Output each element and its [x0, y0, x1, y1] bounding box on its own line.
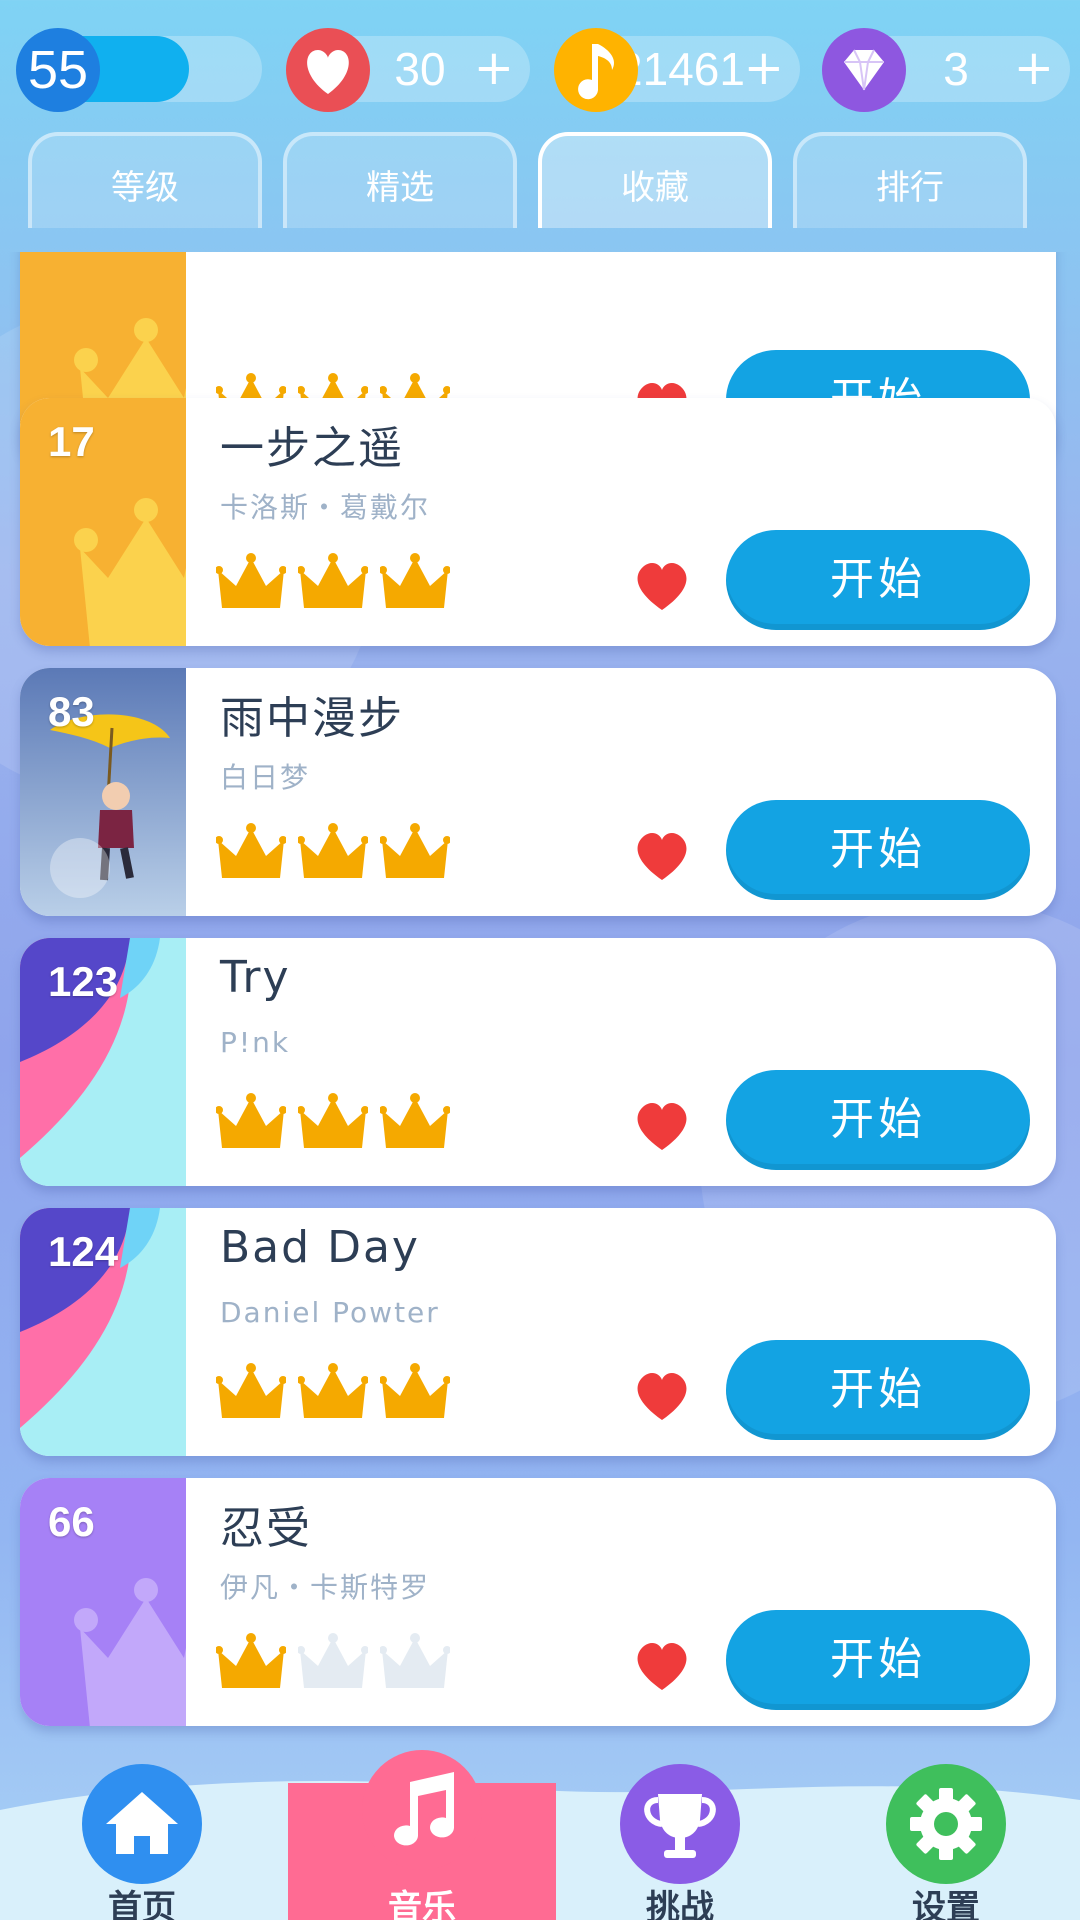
song-number: 83: [48, 688, 95, 735]
add-lives-button[interactable]: +: [474, 36, 514, 102]
song-thumbnail: 17: [20, 398, 186, 646]
tab-level[interactable]: 等级: [28, 132, 262, 228]
crown-icon-filled: [298, 1093, 368, 1148]
song-artist: 伊凡・卡斯特罗: [220, 1571, 431, 1604]
song-card[interactable]: 83 雨中漫步 白日梦 开始: [20, 668, 1056, 916]
crown-icon-filled: [380, 553, 450, 608]
song-artist: P!nk: [220, 1026, 291, 1059]
start-button[interactable]: 开始: [726, 800, 1030, 900]
song-card[interactable]: 124 Bad Day Daniel Powter 开始: [20, 1208, 1056, 1456]
level-badge: 55: [16, 28, 100, 112]
song-thumbnail: 83: [20, 668, 186, 916]
song-title: Try: [220, 952, 291, 1003]
crown-icon-filled: [380, 1093, 450, 1148]
crown-rating: [216, 1090, 450, 1160]
song-artist: Daniel Powter: [220, 1296, 440, 1329]
nav-challenge[interactable]: 挑战: [600, 1750, 760, 1920]
home-icon: [82, 1764, 202, 1884]
song-number: 66: [48, 1498, 95, 1545]
crown-icon-filled: [216, 553, 286, 608]
crown-icon-filled: [298, 1363, 368, 1418]
crown-icon-filled: [380, 823, 450, 878]
song-list[interactable]: 开始 17 一步之遥 卡洛斯・葛戴尔 开始 83 雨中漫步 白日梦 开始 123: [0, 252, 1080, 1746]
crown-icon-filled: [216, 1363, 286, 1418]
favorite-heart-icon[interactable]: [632, 1368, 692, 1424]
nav-music[interactable]: 音乐: [342, 1750, 502, 1920]
crown-icon-empty: [380, 1633, 450, 1688]
song-artist: 白日梦: [220, 761, 311, 794]
heart-icon: [286, 28, 370, 112]
song-card[interactable]: 66 忍受 伊凡・卡斯特罗 开始: [20, 1478, 1056, 1726]
crown-icon-filled: [216, 823, 286, 878]
song-thumbnail: 124: [20, 1208, 186, 1456]
nav-challenge-label: 挑战: [646, 1888, 714, 1920]
favorite-heart-icon[interactable]: [632, 558, 692, 614]
gems-value: 3: [943, 43, 969, 95]
gear-icon: [886, 1764, 1006, 1884]
crown-icon-filled: [298, 823, 368, 878]
crown-rating: [216, 1630, 450, 1700]
crown-icon-filled: [216, 1633, 286, 1688]
song-artist: 卡洛斯・葛戴尔: [220, 491, 431, 524]
music-note-icon: [362, 1750, 482, 1870]
song-card[interactable]: 123 Try P!nk 开始: [20, 938, 1056, 1186]
bottom-nav: 首页 音乐 挑战 设置: [0, 1750, 1080, 1920]
favorite-heart-icon[interactable]: [632, 1098, 692, 1154]
song-number: 17: [48, 418, 95, 465]
trophy-icon: [620, 1764, 740, 1884]
lives-value: 30: [394, 43, 446, 95]
start-button[interactable]: 开始: [726, 530, 1030, 630]
song-number: 123: [48, 958, 119, 1005]
song-thumbnail: 66: [20, 1478, 186, 1726]
song-title: 忍受: [220, 1503, 312, 1554]
crown-rating: [216, 550, 450, 620]
crown-icon-filled: [216, 1093, 286, 1148]
add-gems-button[interactable]: +: [1014, 36, 1054, 102]
favorite-heart-icon[interactable]: [632, 1638, 692, 1694]
music-note-icon: [554, 28, 638, 112]
crown-icon-filled: [380, 1363, 450, 1418]
nav-home[interactable]: 首页: [62, 1750, 222, 1920]
song-number: 124: [48, 1228, 119, 1275]
tab-ranking[interactable]: 排行: [793, 132, 1027, 228]
start-button[interactable]: 开始: [726, 1340, 1030, 1440]
crown-icon-empty: [298, 1633, 368, 1688]
crown-icon-filled: [298, 553, 368, 608]
crown-rating: [216, 1360, 450, 1430]
nav-home-label: 首页: [108, 1888, 176, 1920]
start-button[interactable]: 开始: [726, 1610, 1030, 1710]
nav-settings[interactable]: 设置: [866, 1750, 1026, 1920]
song-title: Bad Day: [220, 1222, 420, 1273]
crown-rating: [216, 820, 450, 890]
tab-featured[interactable]: 精选: [283, 132, 517, 228]
nav-music-label: 音乐: [388, 1888, 456, 1920]
tab-favorites[interactable]: 收藏: [538, 132, 772, 228]
song-title: 一步之遥: [220, 423, 404, 474]
song-card[interactable]: 17 一步之遥 卡洛斯・葛戴尔 开始: [20, 398, 1056, 646]
favorite-heart-icon[interactable]: [632, 828, 692, 884]
song-thumbnail: 123: [20, 938, 186, 1186]
song-title: 雨中漫步: [220, 693, 404, 744]
add-notes-button[interactable]: +: [744, 36, 784, 102]
start-button[interactable]: 开始: [726, 1070, 1030, 1170]
status-bar: 55 30 + 21461 + 3 +: [0, 0, 1080, 130]
nav-settings-label: 设置: [912, 1888, 980, 1920]
diamond-icon: [822, 28, 906, 112]
